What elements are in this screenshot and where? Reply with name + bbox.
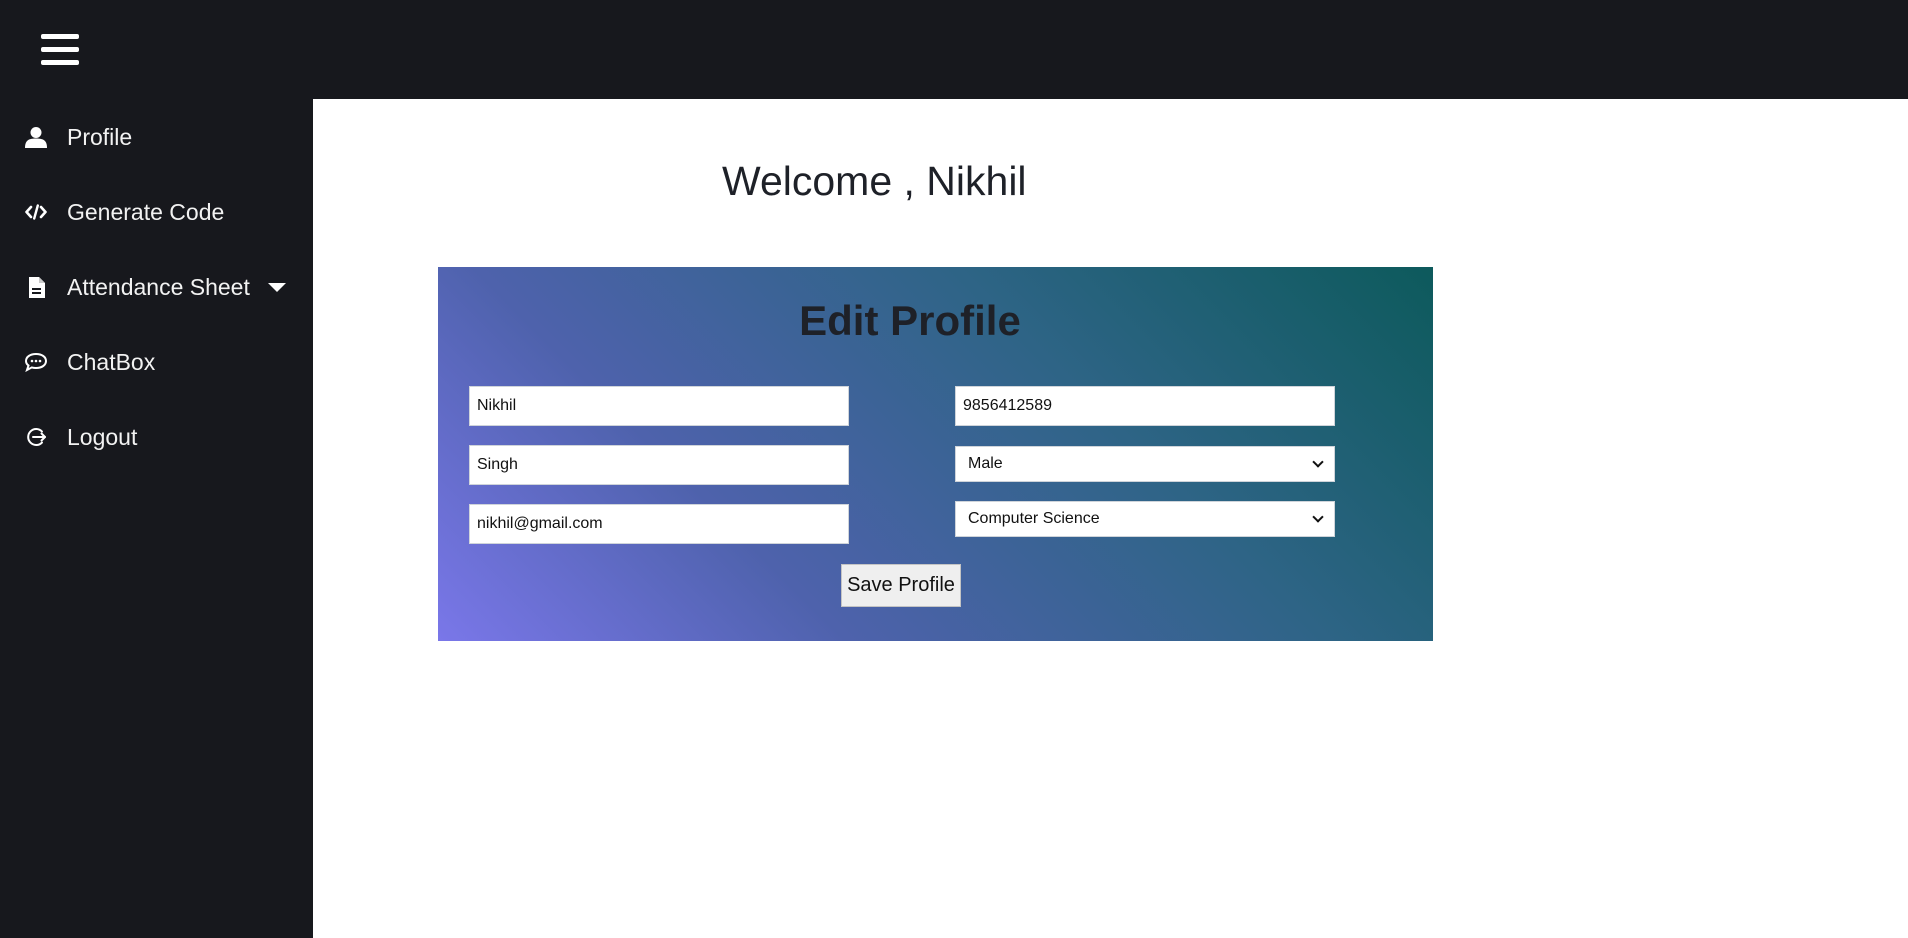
sidebar-item-label: ChatBox bbox=[67, 348, 156, 375]
sidebar-item-chatbox[interactable]: ChatBox bbox=[0, 334, 313, 390]
sidebar-item-logout[interactable]: Logout bbox=[0, 409, 313, 465]
chevron-down-icon[interactable] bbox=[268, 282, 286, 292]
document-icon bbox=[24, 275, 48, 299]
sidebar-item-profile[interactable]: Profile bbox=[0, 109, 313, 165]
logout-icon bbox=[24, 425, 48, 449]
edit-profile-card: Edit Profile Male Computer Science Save … bbox=[438, 267, 1433, 641]
welcome-heading: Welcome , Nikhil bbox=[722, 158, 1027, 204]
hamburger-icon[interactable] bbox=[41, 32, 79, 68]
save-profile-button[interactable]: Save Profile bbox=[841, 564, 961, 607]
user-icon bbox=[24, 125, 48, 149]
sidebar-item-label: Profile bbox=[67, 123, 133, 150]
sidebar-item-label: Attendance Sheet bbox=[67, 273, 250, 300]
sidebar-item-label: Generate Code bbox=[67, 198, 225, 225]
chevron-down-icon bbox=[1312, 456, 1324, 468]
sidebar-item-attendance-sheet[interactable]: Attendance Sheet bbox=[0, 259, 313, 315]
department-select[interactable]: Computer Science bbox=[955, 501, 1335, 537]
gender-select[interactable]: Male bbox=[955, 446, 1335, 482]
email-field[interactable] bbox=[469, 504, 849, 544]
last-name-field[interactable] bbox=[469, 445, 849, 485]
sidebar-item-label: Logout bbox=[67, 423, 138, 450]
code-icon bbox=[24, 200, 48, 224]
sidebar-item-generate-code[interactable]: Generate Code bbox=[0, 184, 313, 240]
phone-field[interactable] bbox=[955, 386, 1335, 426]
chevron-down-icon bbox=[1312, 511, 1324, 523]
chat-icon bbox=[24, 350, 48, 374]
top-bar bbox=[0, 0, 1908, 99]
sidebar: Profile Generate Code Attendance Sheet C… bbox=[0, 99, 313, 938]
department-select-value: Computer Science bbox=[968, 510, 1100, 527]
edit-profile-title: Edit Profile bbox=[799, 297, 1021, 344]
first-name-field[interactable] bbox=[469, 386, 849, 426]
gender-select-value: Male bbox=[968, 455, 1003, 472]
